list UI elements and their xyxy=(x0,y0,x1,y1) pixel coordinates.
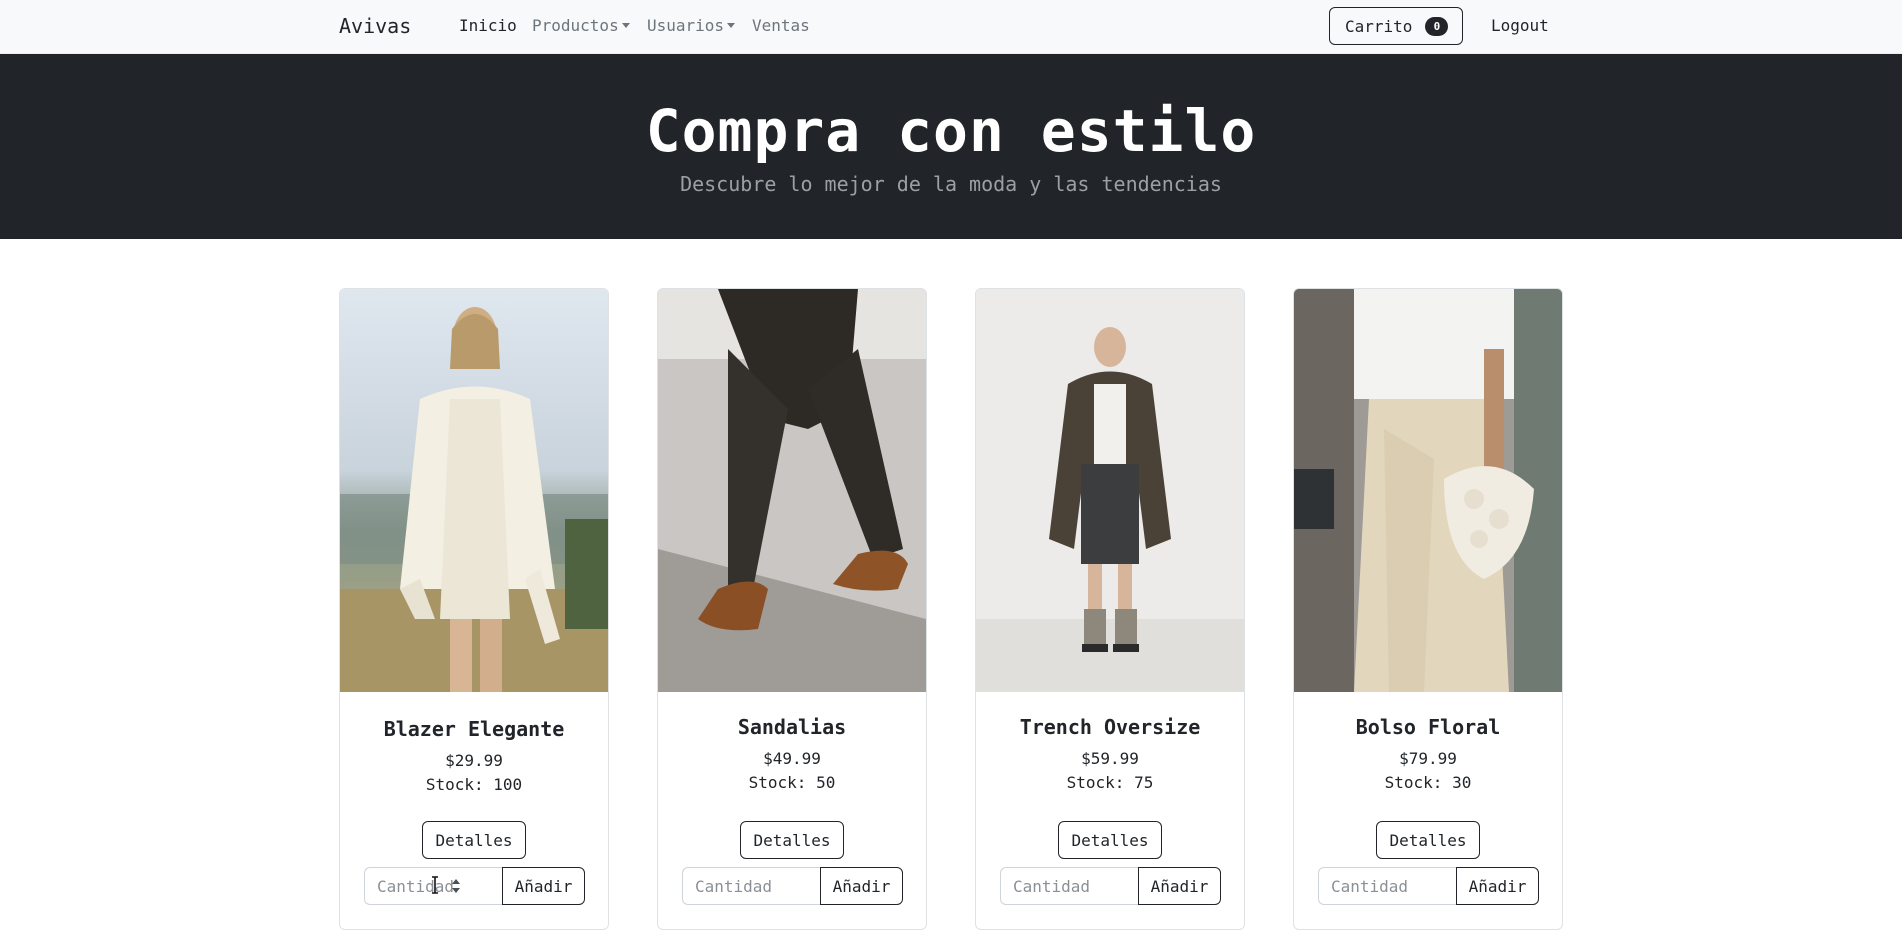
add-to-cart-button[interactable]: Añadir xyxy=(502,867,585,905)
logout-link[interactable]: Logout xyxy=(1491,16,1549,35)
hero-banner: Compra con estilo Descubre lo mejor de l… xyxy=(0,54,1902,239)
details-button[interactable]: Detalles xyxy=(1058,821,1162,859)
add-to-cart-button[interactable]: Añadir xyxy=(820,867,903,905)
navbar: Avivas Inicio Productos Usuarios Ventas … xyxy=(0,0,1902,54)
product-price: $59.99 xyxy=(1081,749,1139,768)
product-stock: Stock: 50 xyxy=(748,773,836,792)
product-image xyxy=(658,289,926,692)
product-stock: Stock: 75 xyxy=(1066,773,1154,792)
product-price: $79.99 xyxy=(1399,749,1457,768)
cart-count-badge: 0 xyxy=(1425,16,1449,36)
details-button[interactable]: Detalles xyxy=(422,821,526,859)
product-card: Sandalias $49.99 Stock: 50 Detalles Añad… xyxy=(657,288,927,930)
nav-dropdown-usuarios[interactable]: Usuarios xyxy=(647,16,736,35)
hero-title: Compra con estilo xyxy=(645,97,1257,165)
product-card: Bolso Floral $79.99 Stock: 30 Detalles A… xyxy=(1293,288,1563,930)
details-button[interactable]: Detalles xyxy=(740,821,844,859)
quantity-input[interactable] xyxy=(682,867,820,905)
quantity-input[interactable] xyxy=(1318,867,1456,905)
cart-button[interactable]: Carrito 0 xyxy=(1329,7,1463,45)
add-to-cart-button[interactable]: Añadir xyxy=(1138,867,1221,905)
nav-link-productos-label: Productos xyxy=(532,16,619,35)
nav-link-ventas[interactable]: Ventas xyxy=(752,16,810,35)
product-image xyxy=(1294,289,1562,692)
product-card: Trench Oversize $59.99 Stock: 75 Detalle… xyxy=(975,288,1245,930)
product-stock: Stock: 100 xyxy=(425,775,523,794)
caret-down-icon xyxy=(727,23,736,28)
product-stock: Stock: 30 xyxy=(1384,773,1472,792)
product-price: $49.99 xyxy=(763,749,821,768)
caret-down-icon xyxy=(621,23,630,28)
brand-logo[interactable]: Avivas xyxy=(339,14,411,38)
nav-dropdown-productos[interactable]: Productos xyxy=(532,16,630,35)
nav-link-inicio[interactable]: Inicio xyxy=(459,16,517,35)
cart-label: Carrito xyxy=(1345,16,1413,36)
text-cursor-icon xyxy=(432,876,438,894)
product-name: Sandalias xyxy=(737,715,847,739)
product-image xyxy=(340,289,608,692)
product-name: Trench Oversize xyxy=(1019,715,1201,739)
nav-link-usuarios-label: Usuarios xyxy=(647,16,725,35)
details-button[interactable]: Detalles xyxy=(1376,821,1480,859)
quantity-input[interactable] xyxy=(1000,867,1138,905)
product-name: Blazer Elegante xyxy=(383,717,565,741)
spinner-arrows-icon[interactable] xyxy=(451,875,461,897)
hero-subtitle: Descubre lo mejor de la moda y las tende… xyxy=(680,172,1222,196)
product-price: $29.99 xyxy=(445,751,503,770)
product-name: Bolso Floral xyxy=(1355,715,1501,739)
product-image xyxy=(976,289,1244,692)
product-card: Blazer Elegante $29.99 Stock: 100 Detall… xyxy=(339,288,609,930)
add-to-cart-button[interactable]: Añadir xyxy=(1456,867,1539,905)
